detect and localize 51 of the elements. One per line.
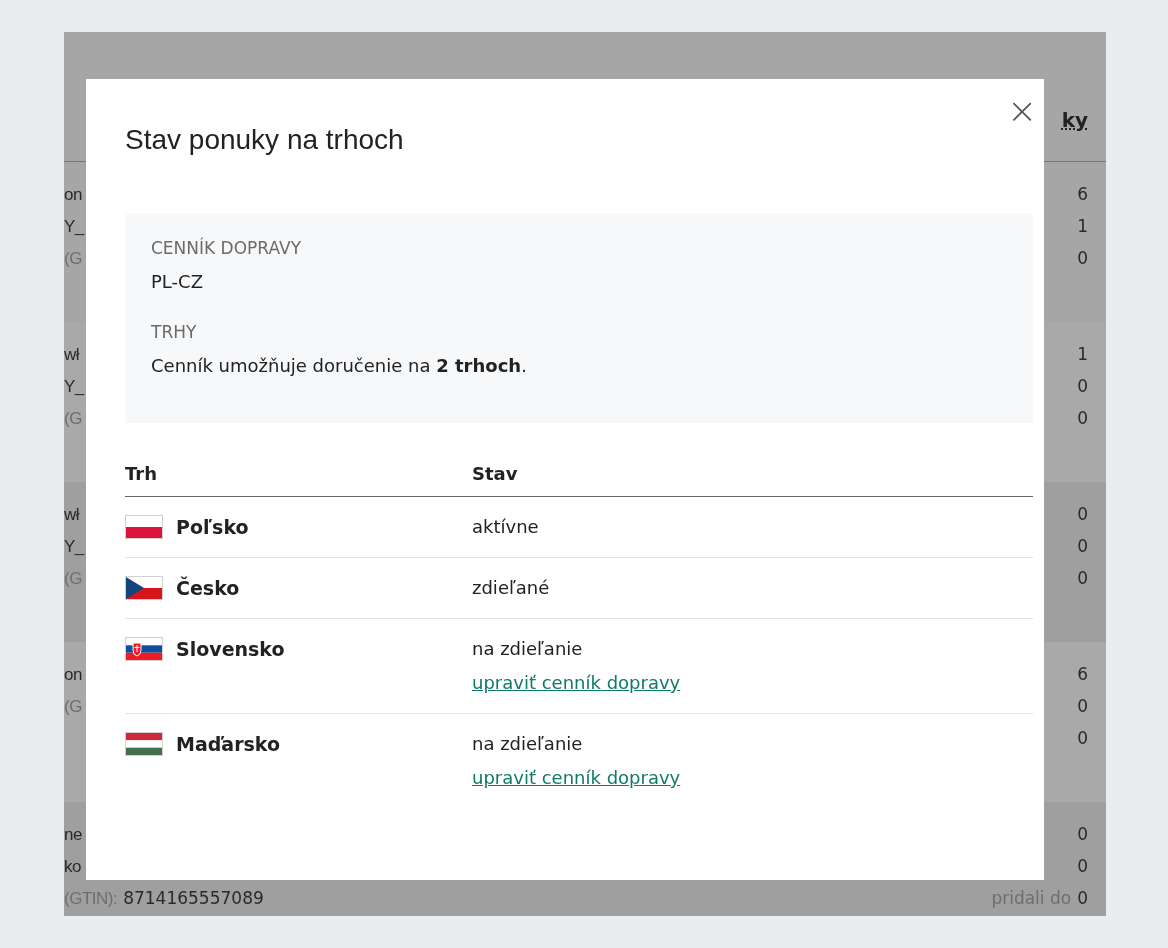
status-text: na zdieľanie: [472, 637, 584, 661]
flag-icon: [125, 637, 163, 661]
column-header: ky: [1061, 107, 1088, 134]
count-value: 0: [1077, 375, 1088, 399]
product-text: (G: [64, 248, 82, 271]
count-value: 0: [1077, 727, 1088, 751]
gtin-value: 8714165557089: [123, 887, 264, 911]
product-text: on: [64, 664, 82, 687]
flag-icon: [125, 515, 163, 539]
count-value: 0: [1077, 855, 1088, 879]
count-value: 0: [1077, 695, 1088, 719]
market-name: Poľsko: [176, 514, 249, 540]
flag-icon: [125, 576, 163, 600]
product-text: ne: [64, 824, 82, 847]
count-value: 6: [1077, 183, 1088, 207]
product-text: Y_: [64, 216, 84, 239]
column-header: Trh: [125, 462, 158, 486]
flag-icon: [125, 732, 163, 756]
count-value: 0: [1077, 535, 1088, 559]
count-value: 0: [1077, 407, 1088, 431]
count-value: 1: [1077, 343, 1088, 367]
status-text: na zdieľanie: [472, 732, 584, 756]
dialog-title: Stav ponuky na trhoch: [125, 123, 405, 157]
summary-value: PL-CZ: [151, 270, 204, 294]
count-value: 1: [1077, 215, 1088, 239]
count-value: 0: [1077, 247, 1088, 271]
product-text: wł: [64, 344, 80, 367]
product-text: ko: [64, 856, 81, 879]
product-text: Y_: [64, 536, 84, 559]
market-name: Maďarsko: [176, 731, 280, 757]
count-value: 0: [1077, 503, 1088, 527]
edit-link[interactable]: upraviť cenník dopravy: [472, 764, 681, 792]
product-text: on: [64, 184, 82, 207]
product-text: Y_: [64, 376, 84, 399]
summary-label: TRHY: [151, 321, 198, 344]
product-text: (G: [64, 408, 82, 431]
status-text: zdieľané: [472, 576, 550, 600]
edit-link[interactable]: upraviť cenník dopravy: [472, 669, 681, 697]
count-value: 0: [1077, 887, 1088, 911]
product-text: wł: [64, 504, 80, 527]
close-button[interactable]: ×: [1002, 91, 1042, 131]
summary-label: CENNÍK DOPRAVY: [151, 236, 302, 260]
summary-value: Cenník umožňuje doručenie na 2 trhoch.: [151, 354, 528, 378]
market-name: Česko: [176, 575, 240, 601]
market-name: Slovensko: [176, 636, 285, 662]
product-text: (G: [64, 696, 82, 719]
count-value: 0: [1077, 823, 1088, 847]
count-value: 0: [1077, 567, 1088, 591]
count-value: 6: [1077, 663, 1088, 687]
column-header: Stav: [472, 462, 518, 486]
status-text: aktívne: [472, 515, 539, 539]
